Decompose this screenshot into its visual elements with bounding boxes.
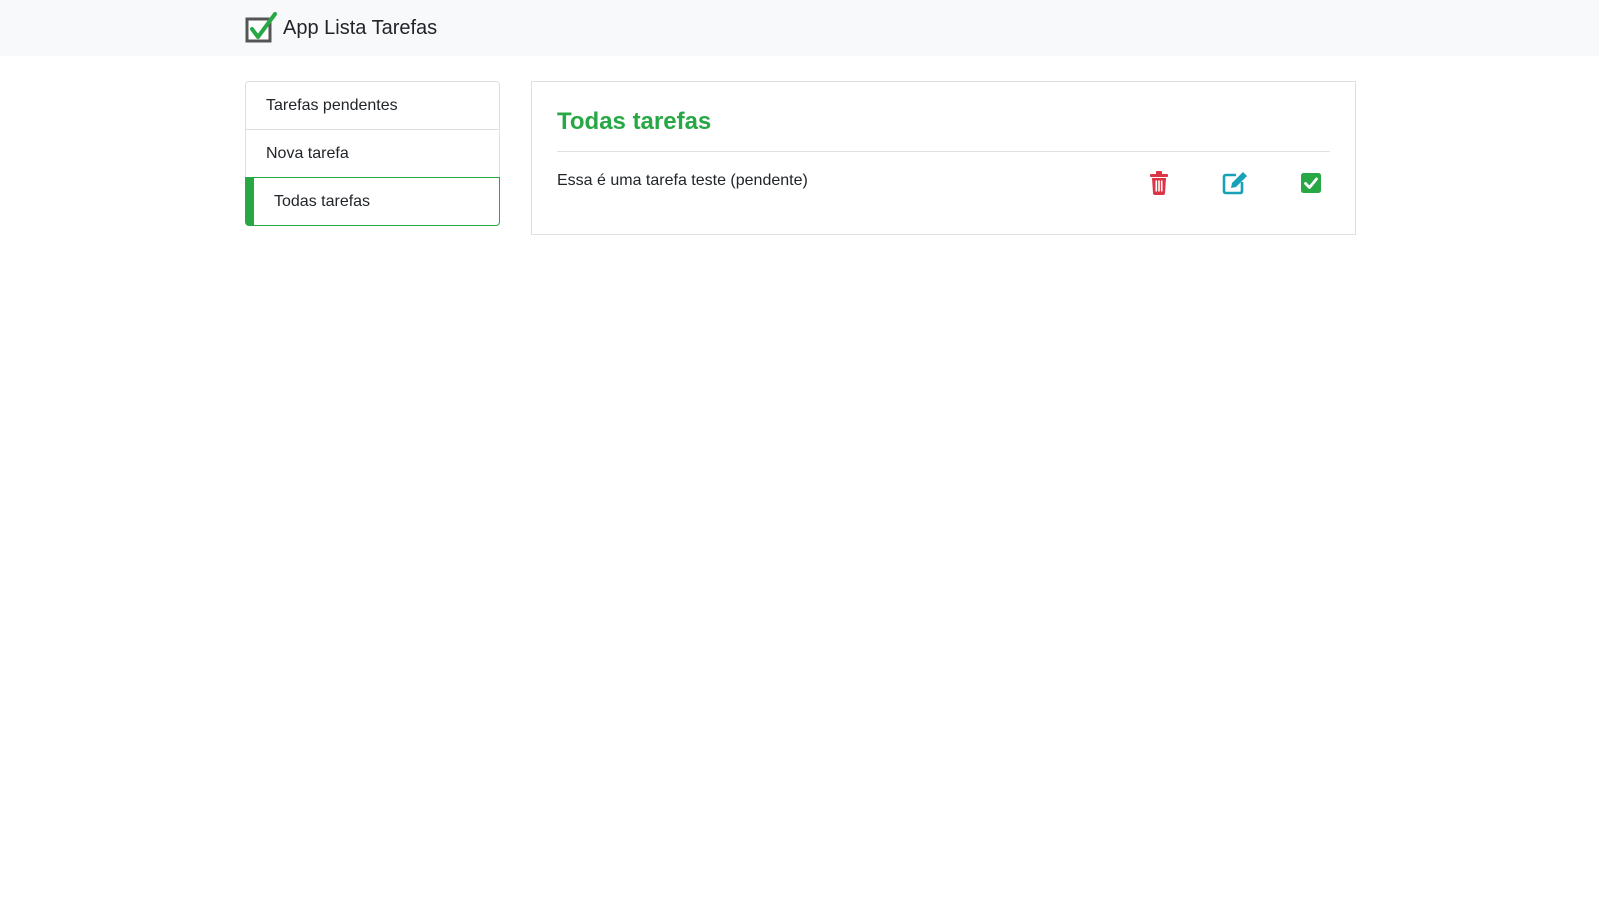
- sidebar-menu: Tarefas pendentes Nova tarefa Todas tare…: [245, 81, 500, 226]
- sidebar-item-todas-tarefas[interactable]: Todas tarefas: [245, 177, 500, 226]
- tasks-panel: Todas tarefas Essa é uma tarefa teste (p…: [531, 81, 1356, 235]
- divider: [557, 151, 1330, 152]
- edit-icon[interactable]: [1222, 170, 1248, 196]
- checkbox-logo-icon: [245, 12, 277, 44]
- check-square-icon[interactable]: [1298, 170, 1324, 196]
- task-text: Essa é uma tarefa teste (pendente): [557, 172, 808, 189]
- page-title: Todas tarefas: [557, 108, 712, 135]
- sidebar-item-tarefas-pendentes[interactable]: Tarefas pendentes: [245, 81, 500, 130]
- brand-link[interactable]: App Lista Tarefas: [245, 12, 437, 44]
- brand-title: App Lista Tarefas: [283, 17, 438, 39]
- task-row: Essa é uma tarefa teste (pendente): [557, 164, 1330, 200]
- trash-icon[interactable]: [1146, 170, 1172, 196]
- navbar: App Lista Tarefas: [0, 0, 1599, 56]
- sidebar-item-nova-tarefa[interactable]: Nova tarefa: [245, 129, 500, 178]
